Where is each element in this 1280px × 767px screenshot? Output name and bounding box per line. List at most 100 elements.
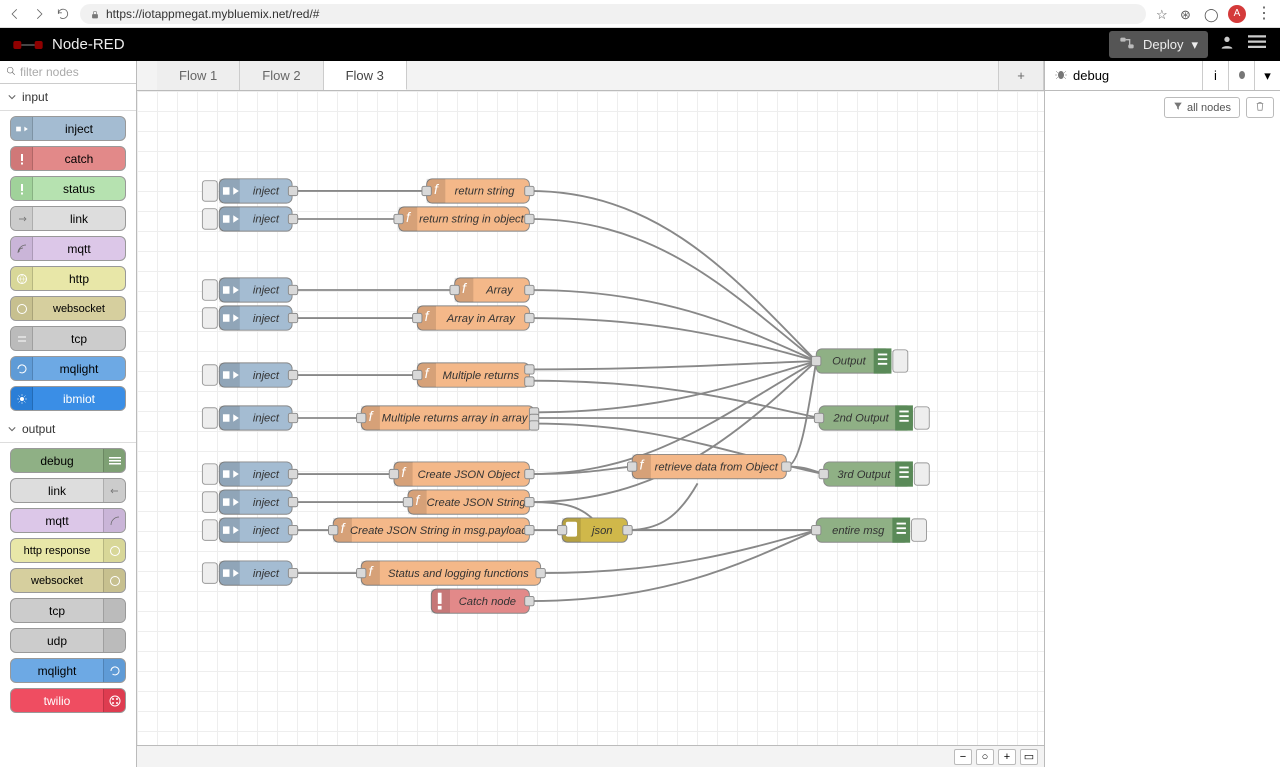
svg-text:3rd Output: 3rd Output bbox=[837, 469, 891, 481]
tab-flow1[interactable]: Flow 1 bbox=[157, 61, 240, 90]
sidebar-tab-info[interactable]: i bbox=[1202, 61, 1228, 90]
svg-text:inject: inject bbox=[253, 285, 280, 297]
tab-flow2[interactable]: Flow 2 bbox=[240, 61, 323, 90]
navigator-button[interactable]: ▭ bbox=[1020, 749, 1038, 765]
filter-all-nodes[interactable]: all nodes bbox=[1164, 97, 1240, 118]
sidebar-tab-config[interactable] bbox=[1228, 61, 1254, 90]
category-input[interactable]: input bbox=[0, 84, 136, 111]
twilio-icon bbox=[103, 689, 125, 712]
pal-owebsocket[interactable]: websocket bbox=[10, 568, 126, 593]
pal-http[interactable]: http bbox=[10, 266, 126, 291]
node-fn-create-json-msg[interactable]: Create JSON String in msg.payload bbox=[329, 518, 535, 542]
ext2-icon[interactable]: ◯ bbox=[1204, 7, 1218, 21]
node-debug-output[interactable]: Output bbox=[812, 349, 908, 373]
reload-icon[interactable] bbox=[56, 7, 70, 21]
pal-otcp[interactable]: tcp bbox=[10, 598, 126, 623]
node-debug-entire-msg[interactable]: entire msg bbox=[812, 518, 927, 542]
caret-down-icon: ▾ bbox=[1191, 37, 1198, 53]
node-inject[interactable]: inject bbox=[202, 561, 297, 585]
node-fn-return-string[interactable]: return string bbox=[422, 179, 534, 203]
sidebar-tab-menu[interactable]: ▾ bbox=[1254, 61, 1280, 90]
lock-icon bbox=[90, 9, 100, 19]
node-catch[interactable]: Catch node bbox=[431, 589, 534, 613]
svg-text:Create JSON Object: Create JSON Object bbox=[418, 469, 521, 481]
pal-inject[interactable]: inject bbox=[10, 116, 126, 141]
url-bar[interactable]: https://iotappmegat.mybluemix.net/red/# bbox=[80, 4, 1146, 24]
node-fn-multiple-returns[interactable]: Multiple returns bbox=[413, 363, 534, 387]
globe-icon bbox=[11, 267, 33, 290]
node-fn-return-string-obj[interactable]: return string in object bbox=[394, 207, 534, 231]
hamburger-icon[interactable] bbox=[1246, 35, 1268, 54]
pal-debug[interactable]: debug bbox=[10, 448, 126, 473]
svg-text:Create JSON String: Create JSON String bbox=[427, 497, 527, 509]
svg-text:retrieve data from Object: retrieve data from Object bbox=[655, 461, 779, 473]
node-inject[interactable]: inject bbox=[202, 490, 297, 514]
alert-icon bbox=[11, 147, 33, 170]
tab-add[interactable]: + bbox=[998, 61, 1044, 90]
gear-icon bbox=[11, 387, 33, 410]
svg-text:Catch node: Catch node bbox=[459, 596, 516, 608]
sidebar-tab-debug[interactable]: debug bbox=[1045, 61, 1202, 90]
node-fn-retrieve[interactable]: retrieve data from Object bbox=[628, 454, 792, 478]
svg-text:Status and logging functions: Status and logging functions bbox=[388, 568, 529, 580]
tab-flow3[interactable]: Flow 3 bbox=[324, 61, 407, 90]
node-inject[interactable]: inject bbox=[202, 179, 297, 203]
category-output[interactable]: output bbox=[0, 416, 136, 443]
node-inject[interactable]: inject bbox=[202, 518, 297, 542]
svg-text:inject: inject bbox=[253, 413, 280, 425]
pal-catch[interactable]: catch bbox=[10, 146, 126, 171]
pal-omqlight[interactable]: mqlight bbox=[10, 658, 126, 683]
deploy-button[interactable]: Deploy ▾ bbox=[1109, 31, 1208, 58]
node-debug-3rd-output[interactable]: 3rd Output bbox=[819, 462, 929, 486]
user-icon[interactable] bbox=[1216, 34, 1238, 55]
svg-text:Create JSON String in msg.payl: Create JSON String in msg.payload bbox=[350, 525, 528, 537]
pal-link[interactable]: link bbox=[10, 206, 126, 231]
zoom-out-button[interactable]: − bbox=[954, 749, 972, 765]
filter-icon bbox=[1173, 101, 1183, 114]
star-icon[interactable]: ☆ bbox=[1156, 7, 1170, 21]
node-inject[interactable]: inject bbox=[202, 278, 297, 302]
svg-text:json: json bbox=[590, 525, 613, 537]
pal-ibmiot[interactable]: ibmiot bbox=[10, 386, 126, 411]
pal-udp[interactable]: udp bbox=[10, 628, 126, 653]
node-inject[interactable]: inject bbox=[202, 462, 297, 486]
net-icon bbox=[103, 599, 125, 622]
menu-icon[interactable]: ⋮ bbox=[1256, 6, 1272, 22]
ext1-icon[interactable]: ⊛ bbox=[1180, 7, 1194, 21]
pal-websocket[interactable]: websocket bbox=[10, 296, 126, 321]
signal-icon bbox=[11, 237, 33, 260]
pal-mqlight[interactable]: mqlight bbox=[10, 356, 126, 381]
link-icon bbox=[11, 207, 33, 230]
node-fn-create-json-obj[interactable]: Create JSON Object bbox=[389, 462, 534, 486]
node-fn-status-log[interactable]: Status and logging functions bbox=[357, 561, 546, 585]
filter-input[interactable]: filter nodes bbox=[0, 61, 136, 84]
bars-icon bbox=[103, 449, 125, 472]
clear-debug-button[interactable] bbox=[1246, 97, 1274, 118]
node-inject[interactable]: inject bbox=[202, 363, 297, 387]
back-icon[interactable] bbox=[8, 7, 22, 21]
node-fn-array-in-array[interactable]: Array in Array bbox=[413, 306, 534, 330]
zoom-reset-button[interactable]: ○ bbox=[976, 749, 994, 765]
svg-text:inject: inject bbox=[253, 525, 280, 537]
forward-icon[interactable] bbox=[32, 7, 46, 21]
link-icon bbox=[103, 479, 125, 502]
pal-omqtt[interactable]: mqtt bbox=[10, 508, 126, 533]
node-fn-array[interactable]: Array bbox=[450, 278, 534, 302]
pal-status[interactable]: status bbox=[10, 176, 126, 201]
node-inject[interactable]: inject bbox=[202, 306, 297, 330]
pal-mqtt[interactable]: mqtt bbox=[10, 236, 126, 261]
pal-olink[interactable]: link bbox=[10, 478, 126, 503]
pal-httpresp[interactable]: http response bbox=[10, 538, 126, 563]
bug-icon bbox=[1055, 68, 1067, 83]
svg-text:inject: inject bbox=[253, 186, 280, 198]
pal-twilio[interactable]: twilio bbox=[10, 688, 126, 713]
node-inject[interactable]: inject bbox=[202, 207, 297, 231]
node-debug-2nd-output[interactable]: 2nd Output bbox=[814, 406, 929, 430]
node-inject[interactable]: inject bbox=[202, 406, 297, 430]
zoom-in-button[interactable]: + bbox=[998, 749, 1016, 765]
avatar[interactable]: A bbox=[1228, 5, 1246, 23]
node-json[interactable]: json bbox=[557, 518, 632, 542]
node-fn-create-json-str[interactable]: Create JSON String bbox=[403, 490, 534, 514]
node-fn-multiple-returns-arr[interactable]: Multiple returns array in array bbox=[357, 406, 539, 430]
pal-tcp[interactable]: tcp bbox=[10, 326, 126, 351]
